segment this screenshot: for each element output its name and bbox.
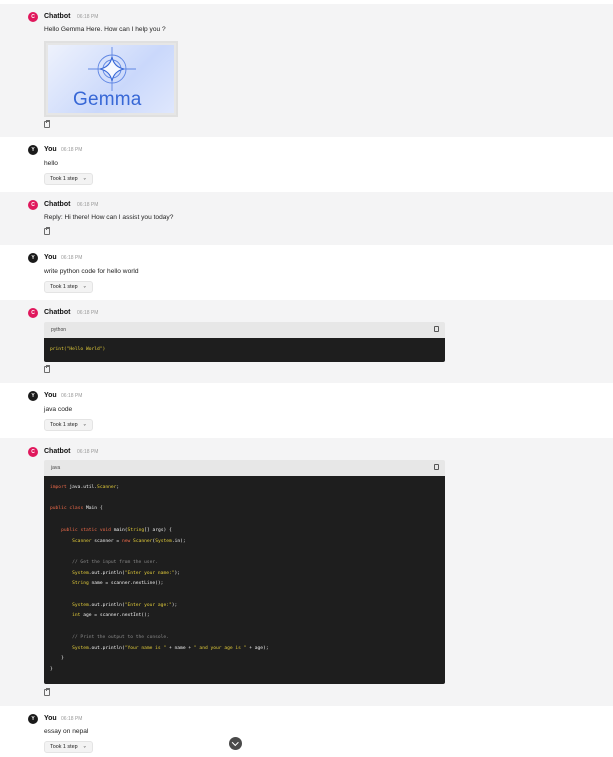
sender-name: You: [44, 392, 57, 399]
code-line: String name = scanner.nextLine();: [72, 581, 164, 587]
timestamp: 06:18 PM: [77, 310, 99, 316]
timestamp: 06:18 PM: [61, 255, 83, 261]
sender-name: You: [44, 715, 57, 722]
sender-name: You: [44, 146, 57, 153]
step-label: Took 1 step: [50, 284, 78, 290]
code-block-header: python: [44, 322, 445, 338]
message-text: Reply: Hi there! How can I assist you to…: [44, 214, 174, 221]
chat-message-user: Y You 06:18 PM java code Took 1 step ⌄: [0, 383, 613, 438]
chevron-down-icon: ⌄: [82, 421, 87, 428]
code-line: System.out.println("Enter your age:");: [72, 602, 178, 608]
message-text: essay on nepal: [44, 728, 89, 735]
message-text: write python code for hello world: [44, 268, 139, 275]
copy-icon[interactable]: [44, 120, 51, 128]
code-line: print("Hello World"): [50, 347, 106, 352]
gemma-logo-text: Gemma: [73, 89, 142, 110]
chat-message-user: Y You 06:18 PM essay on nepal Took 1 ste…: [0, 706, 613, 757]
chevron-down-icon: ⌄: [82, 743, 87, 750]
timestamp: 06:18 PM: [61, 716, 83, 722]
scroll-down-button[interactable]: [229, 737, 242, 750]
chat-message-bot: C Chatbot 06:18 PM python print("Hello W…: [0, 300, 613, 383]
chevron-down-icon: ⌄: [82, 175, 87, 182]
bot-avatar: C: [28, 200, 38, 210]
copy-icon[interactable]: [44, 365, 51, 373]
sparkle-logo-icon: [88, 47, 136, 91]
code-line: public static void main(String[] args) {: [61, 527, 172, 533]
took-step-button[interactable]: Took 1 step ⌄: [44, 419, 93, 431]
code-line: public class Main {: [50, 506, 103, 512]
step-label: Took 1 step: [50, 422, 78, 428]
step-label: Took 1 step: [50, 176, 78, 182]
copy-code-icon[interactable]: [434, 326, 439, 332]
gemma-image: Gemma: [44, 41, 178, 117]
code-line: Scanner scanner = new Scanner(System.in)…: [72, 538, 186, 544]
took-step-button[interactable]: Took 1 step ⌄: [44, 741, 93, 753]
user-avatar: Y: [28, 714, 38, 724]
sender-name: Chatbot: [44, 448, 71, 455]
code-line: System.out.println("Enter your name:");: [72, 570, 181, 576]
message-text: java code: [44, 406, 73, 413]
code-line: // Get the input from the user.: [50, 559, 158, 565]
took-step-button[interactable]: Took 1 step ⌄: [44, 173, 93, 185]
message-text: Hello Gemma Here. How can I help you ?: [44, 26, 166, 33]
timestamp: 06:18 PM: [77, 202, 99, 208]
code-line: }: [50, 656, 64, 662]
user-avatar: Y: [28, 253, 38, 263]
code-block: import java.util.Scanner; public class Ma…: [44, 476, 445, 684]
chevron-down-icon: ⌄: [82, 283, 87, 290]
copy-icon[interactable]: [44, 227, 51, 235]
code-line: int age = scanner.nextInt();: [72, 613, 150, 619]
code-block-header: java: [44, 460, 445, 476]
code-line: // Print the output to the console.: [50, 634, 169, 640]
timestamp: 06:18 PM: [61, 393, 83, 399]
message-text: hello: [44, 160, 58, 167]
user-avatar: Y: [28, 391, 38, 401]
code-language: python: [51, 327, 67, 333]
step-label: Took 1 step: [50, 744, 78, 750]
sender-name: Chatbot: [44, 309, 71, 316]
timestamp: 06:18 PM: [77, 14, 99, 20]
sender-name: Chatbot: [44, 201, 71, 208]
chat-message-user: Y You 06:18 PM write python code for hel…: [0, 245, 613, 300]
user-avatar: Y: [28, 145, 38, 155]
sender-name: You: [44, 254, 57, 261]
code-language: java: [51, 465, 61, 471]
timestamp: 06:18 PM: [61, 147, 83, 153]
copy-icon[interactable]: [44, 688, 51, 696]
chat-message-bot: C Chatbot 06:18 PM Reply: Hi there! How …: [0, 192, 613, 245]
bot-avatar: C: [28, 12, 38, 22]
took-step-button[interactable]: Took 1 step ⌄: [44, 281, 93, 293]
copy-code-icon[interactable]: [434, 464, 439, 470]
sender-name: Chatbot: [44, 13, 71, 20]
chat-message-bot: C Chatbot 06:18 PM java import java.util…: [0, 438, 613, 706]
chat-message-user: Y You 06:18 PM hello Took 1 step ⌄: [0, 137, 613, 192]
code-block: print("Hello World"): [44, 338, 445, 362]
chat-message-bot: C Chatbot 06:18 PM Hello Gemma Here. How…: [0, 4, 613, 137]
code-line: }: [50, 666, 53, 672]
timestamp: 06:18 PM: [77, 449, 99, 455]
bot-avatar: C: [28, 308, 38, 318]
code-line: import java.util.Scanner;: [50, 485, 120, 490]
bot-avatar: C: [28, 447, 38, 457]
code-line: System.out.println("Your name is " + nam…: [72, 645, 269, 651]
